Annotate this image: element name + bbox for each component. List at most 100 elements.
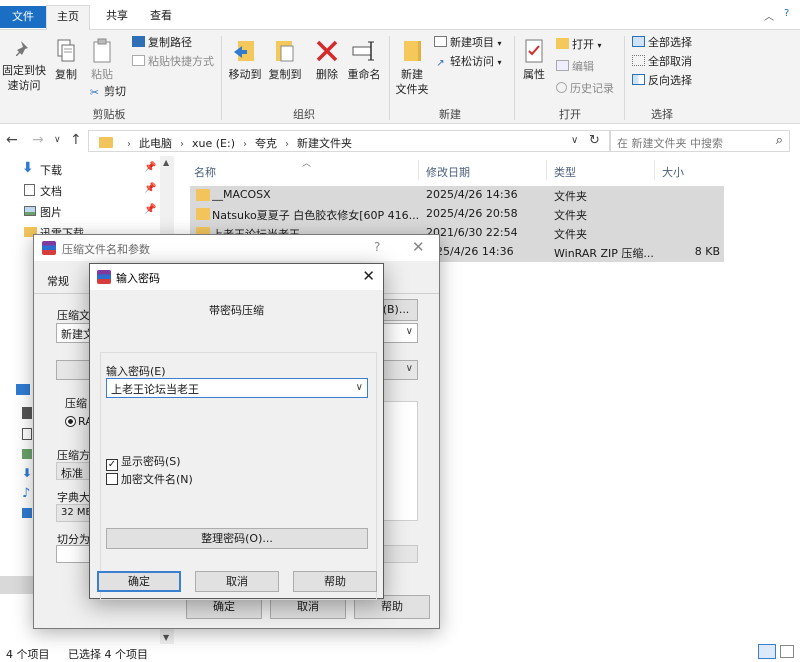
encrypt-filenames-checkbox[interactable]: 加密文件名(N) [106,471,193,487]
tab-file[interactable]: 文件 [0,6,46,28]
search-input[interactable]: 在 新建文件夹 中搜索 ⌕ [610,130,790,152]
copy-to-button[interactable]: 复制到 [266,38,304,82]
column-divider[interactable] [546,160,547,180]
paste-button[interactable]: 粘贴 [86,38,118,82]
password-input[interactable]: 上老王论坛当老王 ∨ [106,378,368,398]
breadcrumb-drive-e[interactable]: xue (E:) [192,137,235,150]
invert-selection-label: 反向选择 [648,74,692,87]
file-date: 25/4/26 14:36 [436,245,514,258]
download-arrow-icon[interactable]: ⬇ [22,466,32,480]
recent-locations-chevron-icon[interactable]: ∨ [54,135,61,145]
move-to-icon [234,41,254,61]
scroll-down-icon[interactable]: ▼ [163,633,169,642]
new-item-button[interactable]: 新建项目 ▾ [434,36,502,51]
ok-button[interactable]: 确定 [97,571,181,592]
nav-item-documents[interactable]: 文档 📌 [24,183,156,199]
rename-icon [352,41,374,61]
table-row[interactable]: Natsuko夏夏子 白色胶衣修女[60P 416... 2025/4/26 2… [190,205,724,224]
rename-button[interactable]: 重命名 [344,38,384,82]
chevron-down-icon[interactable]: ∨ [356,382,363,393]
show-password-label: 显示密码(S) [121,455,181,468]
select-none-label: 全部取消 [648,55,692,68]
this-pc-icon[interactable] [16,384,30,395]
select-all-button[interactable]: 全部选择 [632,36,692,50]
large-icons-view-icon[interactable] [780,645,794,658]
column-name[interactable]: 名称 [194,164,216,180]
checkmark-icon: ✓ [106,459,118,471]
breadcrumb-new-folder[interactable]: 新建文件夹 [297,137,352,150]
details-view-icon[interactable] [758,644,776,659]
breadcrumb-this-pc[interactable]: 此电脑 [139,137,172,150]
help-button[interactable]: 帮助 [293,571,377,592]
password-input-label: 输入密码(E) [106,365,166,378]
cancel-button[interactable]: 取消 [195,571,279,592]
close-icon[interactable]: ✕ [362,267,375,285]
show-password-checkbox[interactable]: ✓ 显示密码(S) [106,453,181,471]
tab-view[interactable]: 查看 [140,5,182,27]
dialog-titlebar[interactable]: 输入密码 ✕ [90,264,383,290]
open-button[interactable]: 打开 ▾ [556,38,602,53]
back-arrow-icon[interactable]: ← [6,132,18,148]
music-icon[interactable]: ♪ [22,486,30,501]
delete-label: 删除 [316,68,338,81]
column-date[interactable]: 修改日期 [426,164,470,180]
column-divider[interactable] [654,160,655,180]
copy-button[interactable]: 复制 [50,38,82,82]
drive-icon[interactable] [22,407,32,419]
move-to-label: 移动到 [228,68,262,81]
winrar-icon [97,270,111,284]
delete-button[interactable]: 删除 [312,38,342,82]
folder-icon [196,208,210,220]
address-box[interactable]: › 此电脑 › xue (E:) › 夸克 › 新建文件夹 ∨ ↻ [88,130,610,152]
refresh-icon[interactable]: ↻ [589,133,600,148]
column-size[interactable]: 大小 [662,164,684,180]
tab-general[interactable]: 常规 [47,273,69,289]
tab-home[interactable]: 主页 [46,5,90,31]
select-none-button[interactable]: 全部取消 [632,55,692,69]
new-folder-button[interactable]: 新建 文件夹 [392,38,432,97]
organize-passwords-button[interactable]: 整理密码(O)... [106,528,368,549]
properties-button[interactable]: 属性 [518,38,550,82]
file-type: 文件夹 [554,209,587,222]
parameters-button[interactable] [380,545,418,563]
edit-button[interactable]: 编辑 [556,60,594,74]
move-to-button[interactable]: 移动到 [226,38,264,82]
column-divider[interactable] [418,160,419,180]
pin-quick-access-button[interactable]: 固定到快 速访问 [0,38,48,93]
breadcrumb-quark[interactable]: 夸克 [255,137,277,150]
column-type[interactable]: 类型 [554,164,576,180]
selected-nav-item[interactable] [0,576,34,594]
close-icon[interactable]: ✕ [412,238,425,256]
nav-item-downloads[interactable]: ⬇ 下载 📌 [22,160,156,178]
help-icon[interactable]: ? [784,8,789,19]
address-dropdown-icon[interactable]: ∨ [571,135,578,146]
dialog-title: 压缩文件名和参数 [62,243,150,256]
up-arrow-icon[interactable]: ↑ [70,132,82,148]
encrypt-filenames-label: 加密文件名(N) [121,473,193,486]
invert-selection-button[interactable]: 反向选择 [632,74,692,88]
pin-icon: 📌 [144,204,157,215]
properties-label: 属性 [523,68,545,81]
picture-icon[interactable] [22,449,32,459]
help-glyph[interactable]: ? [374,240,380,254]
easy-access-button[interactable]: ↗ 轻松访问 ▾ [434,55,501,70]
forward-arrow-icon[interactable]: → [32,132,44,148]
table-row[interactable]: __MACOSX 2025/4/26 14:36 文件夹 [190,186,724,205]
history-button[interactable]: 历史记录 [556,82,614,96]
pin-icon: 📌 [144,162,157,173]
select-all-icon [632,36,645,47]
collapse-ribbon-icon[interactable]: ︿ [764,8,774,23]
dialog-titlebar[interactable]: 压缩文件名和参数 ? ✕ [34,235,439,261]
tab-share[interactable]: 共享 [96,5,138,27]
paste-shortcut-button[interactable]: 粘贴快捷方式 [132,55,214,69]
desktop-icon[interactable] [22,508,32,518]
options-list[interactable] [380,401,418,521]
ribbon-separator [389,36,390,120]
copy-path-button[interactable]: 复制路径 [132,36,192,50]
scroll-up-icon[interactable]: ▲ [163,158,169,167]
dialog-title: 输入密码 [116,272,160,285]
nav-item-pictures[interactable]: 图片 📌 [24,204,156,220]
document-icon[interactable] [22,428,32,440]
copy-path-label: 复制路径 [148,36,192,49]
cut-button[interactable]: ✂ 剪切 [88,85,126,99]
